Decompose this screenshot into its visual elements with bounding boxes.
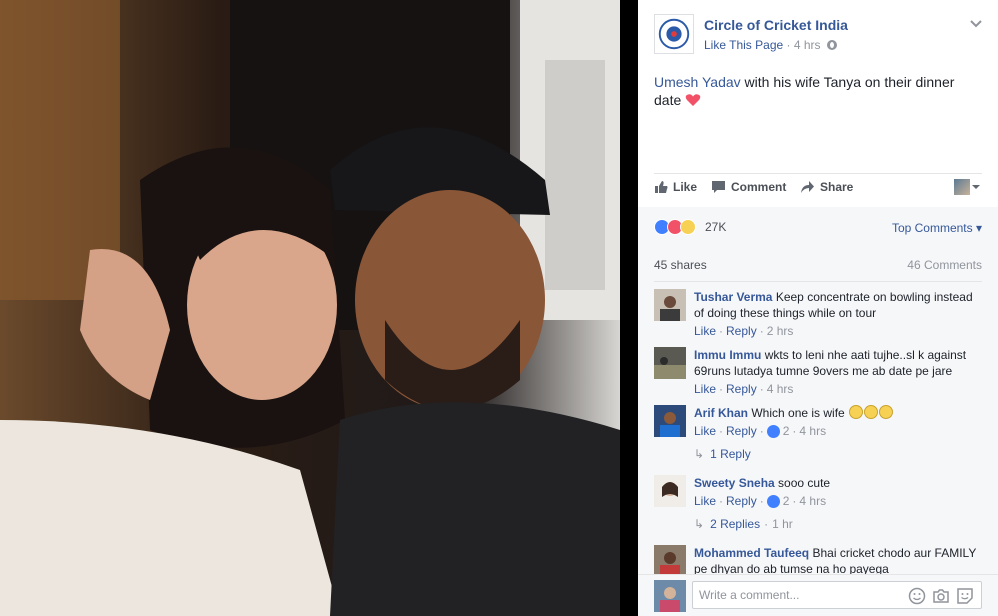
top-comments-label: Top Comments	[891, 221, 973, 235]
post-meta: Like This Page · 4 hrs	[704, 38, 837, 52]
comment-author[interactable]: Immu Immu	[694, 348, 761, 362]
shares-count[interactable]: 45 shares	[654, 258, 707, 272]
camera-icon[interactable]	[932, 587, 950, 605]
thumbs-up-icon	[655, 181, 668, 193]
view-replies-link[interactable]: ↳ 2 Replies · 1 hr	[694, 517, 793, 531]
actor-avatar	[954, 179, 970, 195]
laughing-emoji-icon	[864, 405, 879, 419]
comment-button[interactable]: Comment	[711, 180, 786, 194]
reactions-summary: 27K Top Comments ▾	[654, 219, 982, 237]
comment-author[interactable]: Mohammed Taufeeq	[694, 546, 809, 560]
share-icon	[801, 181, 814, 193]
post-header: Circle of Cricket India Like This Page ·…	[654, 14, 984, 56]
tagged-person-link[interactable]: Umesh Yadav	[654, 74, 741, 90]
reply-arrow-icon: ↳	[694, 447, 705, 461]
comment-like-count[interactable]: 2	[783, 493, 790, 509]
chevron-down-icon[interactable]	[968, 18, 984, 30]
comment-reply-link[interactable]: Reply	[726, 381, 757, 397]
reaction-icons[interactable]	[654, 219, 696, 235]
heart-icon	[685, 94, 701, 106]
divider	[654, 281, 982, 282]
post-panel: Circle of Cricket India Like This Page ·…	[638, 0, 998, 616]
laughing-emoji-icon	[849, 405, 864, 419]
comment-item: Tushar Verma Keep concentrate on bowling…	[654, 289, 984, 339]
reply-arrow-icon: ↳	[694, 517, 705, 531]
post-text: Umesh Yadav with his wife Tanya on their…	[654, 73, 984, 109]
comment-time[interactable]: 4 hrs	[799, 493, 826, 509]
avatar[interactable]	[654, 347, 686, 379]
avatar[interactable]	[654, 475, 686, 507]
meta-separator: ·	[786, 38, 791, 52]
comment-like-link[interactable]: Like	[694, 423, 716, 439]
avatar[interactable]	[654, 289, 686, 321]
emoji-icon[interactable]	[908, 587, 926, 605]
comment-text: sooo cute	[778, 476, 831, 490]
photo-viewer	[0, 0, 620, 616]
wow-reaction-icon	[680, 219, 696, 235]
composer-icons	[908, 587, 974, 605]
laughing-emoji-icon	[879, 405, 894, 419]
like-reaction-icon	[766, 494, 780, 508]
comment-text: Which one is wife	[751, 406, 845, 420]
divider	[654, 173, 982, 174]
comment-item: Mohammed Taufeeq Bhai cricket chodo aur …	[654, 545, 984, 575]
comment-time[interactable]: 2 hrs	[767, 323, 794, 339]
comment-body: Mohammed Taufeeq Bhai cricket chodo aur …	[694, 545, 984, 575]
comment-body: Tushar Verma Keep concentrate on bowling…	[694, 289, 984, 339]
replies-label: 1 Reply	[710, 447, 751, 461]
comment-meta: Like · Reply · 2 · 4 hrs	[694, 423, 827, 439]
chevron-down-icon	[972, 185, 980, 189]
comment-author[interactable]: Sweety Sneha	[694, 476, 775, 490]
post-photo[interactable]	[0, 0, 620, 616]
comment-like-link[interactable]: Like	[694, 323, 716, 339]
comment-like-link[interactable]: Like	[694, 493, 716, 509]
comment-reply-link[interactable]: Reply	[726, 493, 757, 509]
reaction-count[interactable]: 27K	[705, 220, 726, 234]
comment-icon	[712, 181, 725, 193]
replies-time: 1 hr	[772, 517, 793, 531]
like-label: Like	[673, 180, 698, 194]
share-label: Share	[820, 180, 854, 194]
page-avatar[interactable]	[654, 14, 694, 54]
comments-count[interactable]: 46 Comments	[907, 258, 982, 272]
comment-like-link[interactable]: Like	[694, 381, 716, 397]
comment-reply-link[interactable]: Reply	[726, 423, 757, 439]
comment-label: Comment	[731, 180, 787, 194]
avatar	[654, 580, 686, 612]
comment-meta: Like · Reply · 2 · 4 hrs	[694, 493, 827, 509]
meta-separator: ·	[764, 517, 769, 531]
replies-label: 2 Replies	[710, 517, 761, 531]
globe-icon	[826, 40, 837, 50]
sticker-icon[interactable]	[956, 587, 974, 605]
comment-item: Immu Immu wkts to leni nhe aati tujhe..s…	[654, 347, 984, 397]
post-time[interactable]: 4 hrs	[794, 38, 821, 52]
like-button[interactable]: Like	[654, 180, 697, 194]
comment-author[interactable]: Tushar Verma	[694, 290, 772, 304]
comment-body: Immu Immu wkts to leni nhe aati tujhe..s…	[694, 347, 984, 397]
view-replies-link[interactable]: ↳ 1 Reply	[694, 447, 751, 461]
comment-body: Sweety Sneha sooo cute Like · Reply · 2 · 4…	[694, 475, 984, 509]
comment-author[interactable]: Arif Khan	[694, 406, 748, 420]
page-name[interactable]: Circle of Cricket India	[704, 17, 848, 33]
share-button[interactable]: Share	[800, 180, 853, 194]
avatar[interactable]	[654, 545, 686, 575]
comment-time[interactable]: 4 hrs	[767, 381, 794, 397]
like-reaction-icon	[766, 424, 780, 438]
like-page-link[interactable]: Like This Page	[704, 38, 783, 52]
comments-section: 27K Top Comments ▾ 45 shares 46 Comments…	[638, 207, 998, 616]
comment-item: Arif Khan Which one is wife Like · Reply ·…	[654, 405, 984, 439]
comment-like-count[interactable]: 2	[783, 423, 790, 439]
comment-item: Sweety Sneha sooo cute Like · Reply · 2 · 4…	[654, 475, 984, 509]
comment-meta: Like · Reply · 4 hrs	[694, 381, 794, 397]
avatar[interactable]	[654, 405, 686, 437]
comment-composer	[638, 574, 998, 616]
actor-selector[interactable]	[954, 179, 982, 195]
post-actions: Like Comment Share	[654, 179, 982, 200]
comment-body: Arif Khan Which one is wife Like · Reply ·…	[694, 405, 984, 439]
comment-meta: Like · Reply · 2 hrs	[694, 323, 794, 339]
top-comments-dropdown[interactable]: Top Comments ▾	[892, 221, 982, 235]
comment-time[interactable]: 4 hrs	[799, 423, 826, 439]
comment-reply-link[interactable]: Reply	[726, 323, 757, 339]
